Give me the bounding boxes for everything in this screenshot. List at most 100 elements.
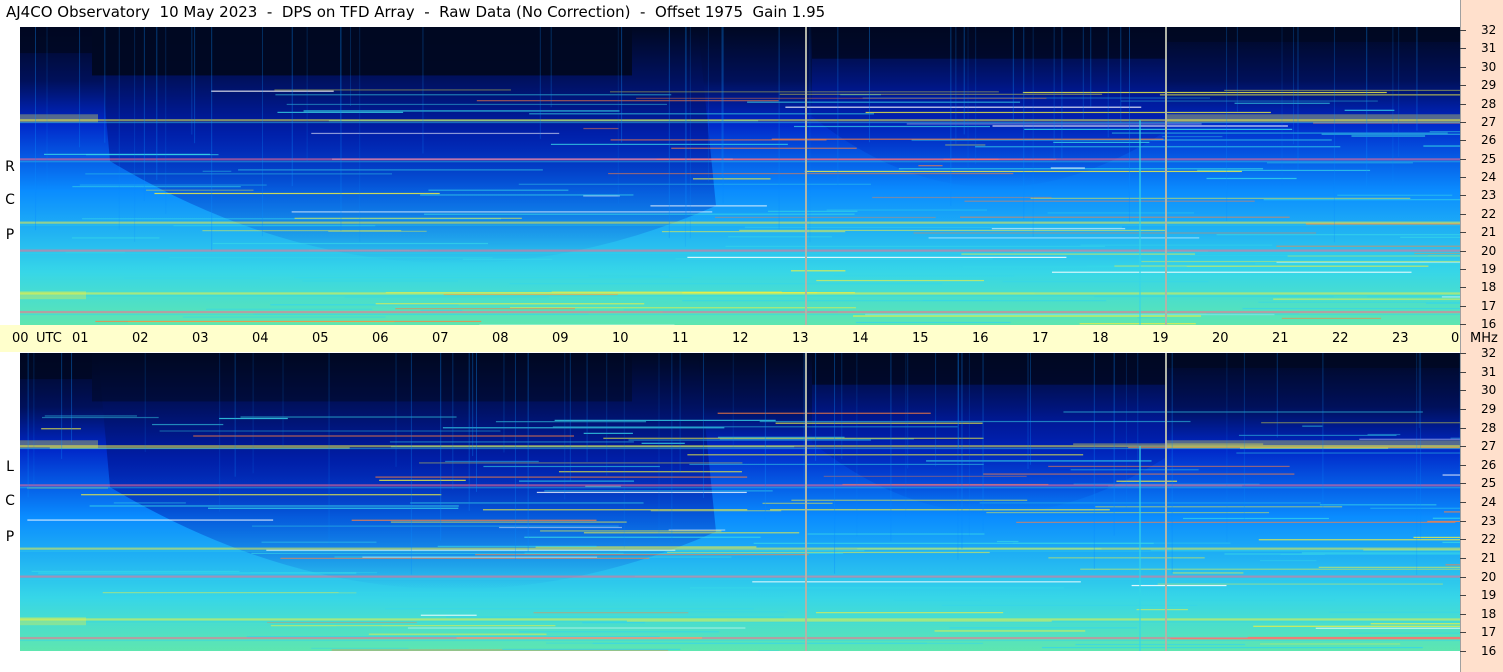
vertical-streak <box>968 353 970 537</box>
vertical-streak <box>514 353 516 560</box>
rfi-line <box>913 232 1317 234</box>
rfi-line <box>991 228 1126 230</box>
rfi-line <box>675 258 993 260</box>
interference-band <box>20 249 1460 252</box>
rfi-line <box>636 97 1047 99</box>
vertical-streak <box>1420 353 1422 540</box>
vertical-streak <box>156 27 158 181</box>
rfi-line <box>714 216 936 219</box>
vertical-streak <box>621 27 623 143</box>
frequency-tick-label: 22 <box>1481 532 1497 547</box>
rfi-line <box>650 510 782 512</box>
frequency-tick <box>1460 390 1466 392</box>
rfi-line <box>934 630 1086 632</box>
rfi-line <box>420 194 634 196</box>
rfi-line <box>1070 469 1199 471</box>
vertical-streak <box>550 27 552 108</box>
rfi-line <box>1047 212 1194 214</box>
rfi-line <box>351 519 597 521</box>
time-tick-label: 14 <box>852 331 869 346</box>
rfi-line <box>381 596 784 598</box>
rfi-line <box>1259 560 1317 562</box>
rfi-line <box>588 275 661 277</box>
rfi-line <box>446 616 785 618</box>
rfi-line <box>1442 541 1460 543</box>
rfi-line <box>744 226 1122 228</box>
rcp-label-strip: R C P <box>0 25 20 325</box>
rfi-line <box>728 236 833 238</box>
rfi-line <box>770 509 1110 511</box>
vertical-streak <box>395 353 397 467</box>
time-tick-label: 03 <box>192 331 209 346</box>
vertical-streak <box>982 353 984 532</box>
night-sky-band <box>92 353 632 402</box>
rfi-line <box>1063 411 1423 413</box>
rfi-line <box>687 454 1084 456</box>
rfi-line <box>650 205 767 207</box>
vertical-streak <box>328 353 330 544</box>
rfi-line <box>1427 520 1460 523</box>
rfi-line <box>476 100 779 102</box>
frequency-unit: MHz <box>1470 331 1498 346</box>
rfi-line <box>182 316 386 318</box>
rfi-line <box>1441 296 1460 298</box>
rfi-line <box>689 587 1064 589</box>
rfi-line <box>975 146 1341 148</box>
rfi-line <box>682 300 1107 302</box>
frequency-tick <box>1460 177 1466 178</box>
vertical-streak <box>194 27 196 144</box>
rfi-line <box>410 502 644 504</box>
rfi-line <box>1423 145 1460 147</box>
rfi-line <box>603 437 984 439</box>
vertical-streak <box>1297 27 1299 171</box>
vertical-streak <box>764 353 766 519</box>
rfi-line <box>928 237 1200 239</box>
rfi-line <box>291 211 713 213</box>
rfi-line <box>687 256 1067 258</box>
frequency-tick <box>1460 213 1466 215</box>
time-tick-label: 07 <box>432 331 449 346</box>
rfi-line <box>1075 643 1246 646</box>
rfi-line <box>1319 504 1437 506</box>
rfi-line <box>1426 302 1460 304</box>
vertical-streak <box>955 27 957 144</box>
rfi-line <box>1216 234 1460 236</box>
rfi-line <box>102 592 357 594</box>
night-sky-band <box>1166 353 1460 368</box>
lcp-label-strip: L C P <box>0 352 20 652</box>
time-tick-label: 10 <box>612 331 629 346</box>
rfi-line <box>1012 542 1231 544</box>
rfi-line <box>1273 298 1460 300</box>
rfi-line <box>81 494 442 496</box>
frequency-tick <box>1460 651 1466 652</box>
time-tick-label: 04 <box>252 331 269 346</box>
rfi-line <box>475 554 809 556</box>
rfi-line <box>338 591 616 593</box>
frequency-tick-label: 30 <box>1481 59 1497 74</box>
vertical-streak <box>422 27 424 154</box>
rfi-line <box>623 309 808 311</box>
rfi-line <box>1224 553 1460 555</box>
vertical-streak <box>707 27 709 182</box>
rfi-line <box>1258 539 1460 541</box>
vertical-streak <box>564 353 566 500</box>
rfi-line <box>960 216 1290 218</box>
vertical-streak <box>1392 27 1394 187</box>
vertical-streak <box>46 27 48 189</box>
vertical-streak <box>1333 27 1335 243</box>
vertical-streak <box>1416 27 1418 131</box>
rfi-line <box>311 647 409 649</box>
frequency-tick <box>1460 268 1466 270</box>
rfi-line <box>592 642 984 645</box>
rfi-line <box>826 209 988 211</box>
rfi-line <box>941 604 1198 606</box>
vertical-streak <box>143 27 145 201</box>
rfi-line <box>758 650 779 651</box>
panel-label-letter: L <box>6 459 14 475</box>
rfi-line <box>1050 167 1085 169</box>
vertical-streak <box>856 353 858 537</box>
rfi-line <box>1224 89 1460 92</box>
rfi-line <box>540 530 722 532</box>
rfi-line <box>872 196 1052 199</box>
rfi-line <box>529 113 875 115</box>
